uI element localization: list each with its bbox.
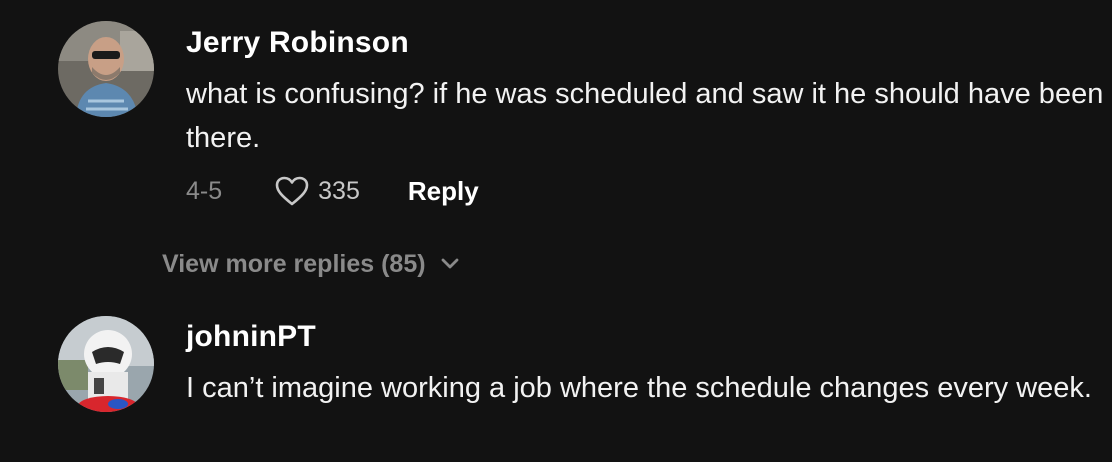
like-count: 335: [318, 176, 360, 205]
comment-actions: 4-5 335 Reply: [186, 171, 479, 211]
comment-text: what is confusing? if he was scheduled a…: [186, 78, 1104, 154]
view-more-replies-button[interactable]: View more replies (85): [162, 246, 460, 282]
comment-username[interactable]: johninPT: [186, 320, 316, 354]
view-more-label: View more replies (85): [162, 249, 426, 278]
heart-outline-icon: [275, 176, 309, 206]
comment-date: 4-5: [186, 176, 223, 205]
comment-username[interactable]: Jerry Robinson: [186, 26, 409, 60]
avatar[interactable]: [58, 21, 154, 117]
reply-button[interactable]: Reply: [408, 176, 479, 207]
comment-text: I can’t imagine working a job where the …: [186, 372, 1092, 404]
avatar[interactable]: [58, 316, 154, 412]
chevron-down-icon: [440, 257, 460, 271]
like-button[interactable]: 335: [274, 175, 360, 207]
